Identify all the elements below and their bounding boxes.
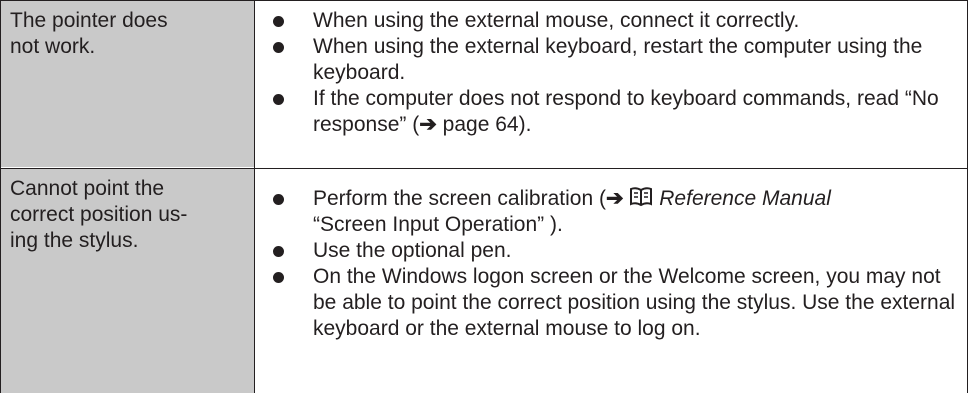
bullet-icon: [273, 42, 284, 53]
solution-list: Perform the screen calibration (➔ Refere…: [256, 186, 956, 342]
list-item: When using the external keyboard, restar…: [256, 34, 956, 86]
solution-text-after: “Screen Input Operation” ).: [313, 213, 563, 236]
table-row: The pointer does not work. When using th…: [0, 0, 968, 167]
solution-list: When using the external mouse, connect i…: [256, 8, 956, 138]
bullet-icon: [273, 246, 284, 257]
bullet-icon: [273, 194, 284, 205]
bullet-icon: [273, 94, 284, 105]
manual-title: Reference Manual: [659, 187, 831, 210]
solution-text: When using the external keyboard, restar…: [313, 35, 923, 84]
page-reference: page 64).: [436, 113, 532, 136]
right-arrow-icon: ➔: [605, 187, 624, 210]
problem-cell: Cannot point the correct position us- in…: [0, 169, 254, 393]
table-left-rule: [0, 0, 1, 393]
problem-text: Cannot point the correct position us- in…: [10, 177, 188, 252]
table-row: Cannot point the correct position us- in…: [0, 169, 968, 393]
list-item: On the Windows logon screen or the Welco…: [256, 264, 956, 342]
solution-text-before: If the computer does not respond to keyb…: [313, 87, 939, 136]
list-item: Perform the screen calibration (➔ Refere…: [256, 186, 956, 238]
list-item: Use the optional pen.: [256, 238, 956, 264]
problem-cell: The pointer does not work.: [0, 0, 254, 167]
book-icon: [629, 186, 653, 212]
row-divider: [0, 168, 968, 169]
list-item: When using the external mouse, connect i…: [256, 8, 956, 34]
bullet-icon: [273, 16, 284, 27]
table-top-rule: [0, 0, 968, 1]
problem-text: The pointer does not work.: [10, 9, 168, 58]
solution-text: Use the optional pen.: [313, 239, 512, 262]
list-item: If the computer does not respond to keyb…: [256, 86, 956, 138]
bullet-icon: [273, 272, 284, 283]
right-arrow-icon: ➔: [419, 113, 437, 136]
column-divider: [254, 0, 255, 393]
solution-text: On the Windows logon screen or the Welco…: [313, 265, 956, 340]
solution-text: When using the external mouse, connect i…: [313, 9, 800, 32]
solution-text-before: Perform the screen calibration (: [313, 187, 606, 210]
